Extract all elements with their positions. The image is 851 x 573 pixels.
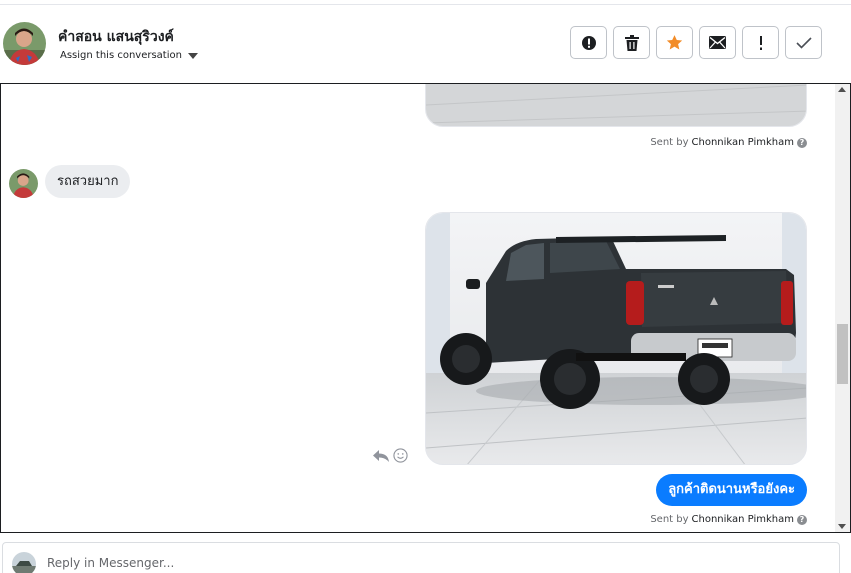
question-icon[interactable]: ?	[797, 137, 807, 148]
contact-avatar[interactable]	[3, 22, 46, 65]
checkmark-icon	[795, 36, 812, 49]
mark-done-button[interactable]	[785, 26, 822, 59]
conversation-header: คำสอน แสนสุริวงค์ Assign this conversati…	[0, 6, 851, 82]
reply-input-placeholder[interactable]: Reply in Messenger...	[47, 556, 174, 570]
trash-icon	[624, 34, 639, 51]
header-actions	[570, 26, 822, 59]
spam-report-button[interactable]	[570, 26, 607, 59]
sent-by-name: Chonnikan Pimkham	[691, 514, 794, 525]
delete-button[interactable]	[613, 26, 650, 59]
message-image[interactable]	[425, 84, 807, 127]
star-button[interactable]	[656, 26, 693, 59]
exclamation-icon	[759, 35, 762, 50]
page-avatar	[12, 552, 36, 573]
smiley-icon[interactable]	[393, 448, 408, 463]
assign-label: Assign this conversation	[60, 50, 182, 61]
conversation-scrollbar[interactable]	[835, 84, 850, 532]
sent-by-label: Sent by Chonnikan Pimkham ?	[650, 137, 807, 148]
sent-by-name: Chonnikan Pimkham	[691, 137, 794, 148]
exclamation-circle-icon	[581, 35, 596, 50]
scroll-down-arrow-icon[interactable]	[838, 524, 846, 529]
message-actions	[373, 448, 408, 463]
reply-icon[interactable]	[373, 449, 389, 463]
mark-unread-button[interactable]	[699, 26, 736, 59]
contact-name[interactable]: คำสอน แสนสุริวงค์	[58, 26, 174, 48]
message-image[interactable]	[425, 212, 807, 465]
sent-by-prefix: Sent by	[650, 137, 689, 148]
follow-up-button[interactable]	[742, 26, 779, 59]
conversation-panel[interactable]: Sent by Chonnikan Pimkham ? รถสวยมาก ลูก…	[0, 83, 851, 533]
assign-conversation-dropdown[interactable]: Assign this conversation	[60, 50, 198, 61]
sent-by-prefix: Sent by	[650, 514, 689, 525]
scroll-up-arrow-icon[interactable]	[838, 87, 846, 92]
sent-by-label: Sent by Chonnikan Pimkham ?	[650, 514, 807, 525]
incoming-message-bubble[interactable]: รถสวยมาก	[45, 165, 131, 198]
star-icon	[666, 35, 683, 50]
sender-avatar[interactable]	[9, 169, 38, 198]
envelope-icon	[709, 36, 726, 49]
caret-down-icon	[187, 52, 198, 59]
scroll-thumb[interactable]	[837, 324, 848, 384]
outgoing-message-bubble[interactable]: ลูกค้าติดนานหรือยังคะ	[656, 474, 807, 506]
question-icon[interactable]: ?	[797, 514, 807, 525]
top-divider	[0, 4, 851, 5]
reply-box[interactable]: Reply in Messenger...	[2, 542, 840, 573]
